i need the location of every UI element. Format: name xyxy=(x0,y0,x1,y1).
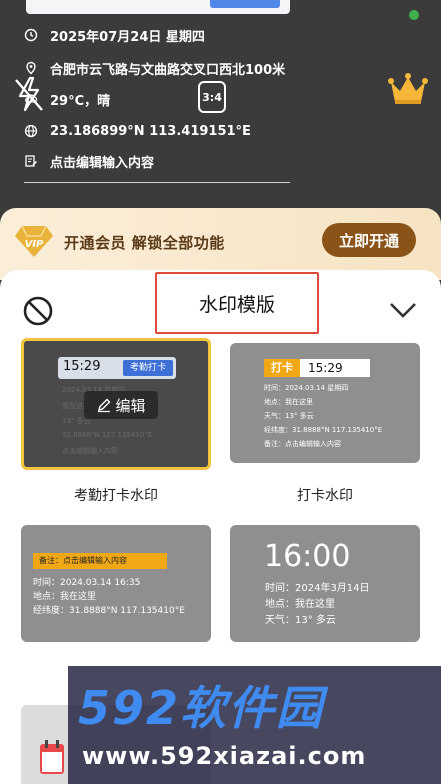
svg-text:VIP: VIP xyxy=(25,239,44,250)
card1-line: 31.8888°N 117.135410°E xyxy=(62,431,153,439)
location-pin-icon xyxy=(24,61,38,75)
info-divider xyxy=(24,182,290,183)
card4-line: 时间：2024年3月14日 xyxy=(265,583,370,594)
watermark-url: www.592xiazai.com xyxy=(82,742,367,770)
site-watermark: 592软件园 www.592xiazai.com xyxy=(68,666,441,784)
info-date: 2025年07月24日 星期四 xyxy=(50,29,205,45)
card1-time-box: 15:29 考勤打卡 xyxy=(58,357,176,379)
watermark-brand: 592软件园 xyxy=(78,681,325,735)
sheet-title-text: 水印模版 xyxy=(198,293,275,316)
card3-tag: 备注：点击编辑输入内容 xyxy=(33,553,167,569)
card1-line: 点击编辑输入内容 xyxy=(62,447,118,455)
crown-icon[interactable] xyxy=(387,72,429,106)
template-card-attendance[interactable]: 15:29 考勤打卡 2024.03.14 星期四 我在这里 13° 多云 31… xyxy=(21,338,211,470)
template-card-clock[interactable]: 16:00 时间：2024年3月14日 地点：我在这里 天气：13° 多云 xyxy=(230,525,420,642)
card2-line: 地点：我在这里 xyxy=(264,398,313,406)
calendar-icon xyxy=(38,738,68,778)
edit-label: 编辑 xyxy=(115,396,146,415)
card1-badge: 考勤打卡 xyxy=(123,360,173,376)
info-weather: 29°C，晴 xyxy=(50,93,111,109)
chevron-down-icon[interactable] xyxy=(388,300,418,320)
card2-line: 经纬度：31.8888°N 117.135410°E xyxy=(264,426,383,434)
card1-time: 15:29 xyxy=(63,359,101,374)
card3-line: 经纬度：31.8888°N 117.135410°E xyxy=(33,606,185,616)
no-watermark-icon[interactable] xyxy=(22,295,54,327)
vip-diamond-icon: VIP xyxy=(14,223,54,259)
status-dot xyxy=(409,10,419,20)
pencil-icon xyxy=(98,398,111,413)
info-address: 合肥市云飞路与文曲路交叉口西北100米 xyxy=(50,62,286,78)
card4-line: 天气：13° 多云 xyxy=(265,615,336,626)
info-address-row[interactable]: 合肥市云飞路与文曲路交叉口西北100米 xyxy=(24,57,285,79)
open-vip-button[interactable]: 立即开通 xyxy=(322,223,416,257)
top-search-bar[interactable] xyxy=(26,0,290,14)
globe-icon xyxy=(24,124,38,138)
card2-time: 15:29 xyxy=(300,359,370,377)
card1-label: 考勤打卡水印 xyxy=(74,488,158,504)
info-note-row[interactable]: 点击编辑输入内容 xyxy=(24,150,154,172)
top-blue-button[interactable] xyxy=(210,0,280,8)
edit-note-icon xyxy=(24,154,38,168)
clock-icon xyxy=(24,28,38,42)
aspect-ratio-label: 3:4 xyxy=(202,90,222,104)
info-date-row[interactable]: 2025年07月24日 星期四 xyxy=(24,24,205,46)
flash-off-icon[interactable] xyxy=(12,74,46,114)
template-card-punch[interactable]: 打卡 15:29 时间：2024.03.14 星期四 地点：我在这里 天气：13… xyxy=(230,343,420,463)
info-coords-row[interactable]: 23.186899°N 113.419151°E xyxy=(24,120,251,142)
card2-line: 天气：13° 多云 xyxy=(264,412,314,420)
info-note: 点击编辑输入内容 xyxy=(50,155,155,171)
edit-template-button[interactable]: 编辑 xyxy=(84,391,158,419)
card2-line: 备注：点击编辑输入内容 xyxy=(264,440,341,448)
card2-tag: 打卡 xyxy=(264,359,300,377)
card2-label: 打卡水印 xyxy=(297,488,353,504)
template-card-note[interactable]: 备注：点击编辑输入内容 时间：2024.03.14 16:35 地点：我在这里 … xyxy=(21,525,211,642)
card3-line: 时间：2024.03.14 16:35 xyxy=(33,578,141,588)
card4-line: 地点：我在这里 xyxy=(265,599,335,610)
card4-time: 16:00 xyxy=(264,539,351,574)
card2-line: 时间：2024.03.14 星期四 xyxy=(264,384,349,392)
vip-promo-text: 开通会员 解锁全部功能 xyxy=(64,234,225,252)
card3-line: 地点：我在这里 xyxy=(33,592,97,602)
info-coords: 23.186899°N 113.419151°E xyxy=(50,123,251,139)
sheet-title: 水印模版 xyxy=(155,272,319,334)
aspect-ratio-button[interactable]: 3:4 xyxy=(198,81,226,113)
